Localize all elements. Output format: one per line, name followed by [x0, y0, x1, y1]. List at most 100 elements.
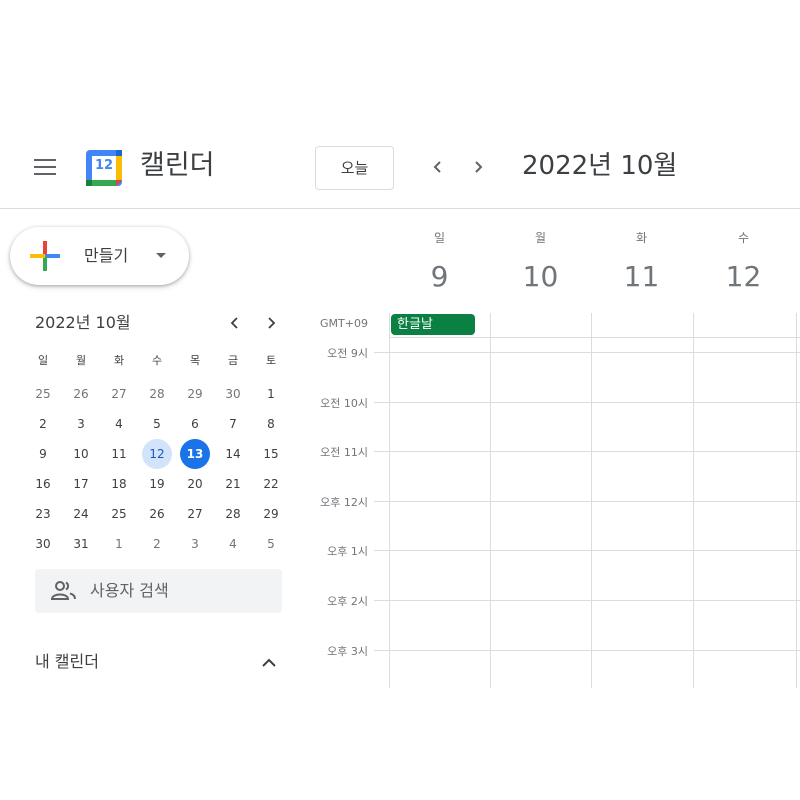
mini-calendar-day-label: 1: [267, 387, 275, 401]
mini-calendar-day[interactable]: 12: [138, 439, 176, 469]
mini-calendar-day[interactable]: 15: [252, 439, 290, 469]
mini-calendar-day[interactable]: 1: [252, 379, 290, 409]
mini-calendar-day-label: 5: [153, 417, 161, 431]
mini-calendar-next-button[interactable]: [258, 310, 284, 336]
hour-label: 오후 2시: [327, 595, 368, 608]
mini-calendar-day[interactable]: 27: [100, 379, 138, 409]
chevron-right-icon: [475, 161, 483, 173]
mini-calendar-weekday: 수: [151, 354, 163, 367]
people-search-input[interactable]: 사용자 검색: [35, 569, 282, 613]
mini-calendar-day-label: 27: [111, 387, 127, 401]
mini-calendar-day[interactable]: 22: [252, 469, 290, 499]
mini-calendar-day-label: 20: [187, 477, 203, 491]
chevron-left-icon: [230, 317, 238, 329]
mini-calendar-week: 30 31 1 2 3 4 5: [24, 529, 290, 559]
current-period-title: 2022년 10월: [522, 151, 678, 181]
people-search-placeholder: 사용자 검색: [90, 581, 169, 600]
mini-calendar-day[interactable]: 2: [138, 529, 176, 559]
mini-calendar-day[interactable]: 3: [176, 529, 214, 559]
today-button[interactable]: 오늘: [315, 146, 394, 190]
day-of-week: 수: [737, 231, 750, 245]
mini-calendar-day[interactable]: 4: [214, 529, 252, 559]
mini-calendar-day[interactable]: 18: [100, 469, 138, 499]
mini-calendar-week: 23 24 25 26 27 28 29: [24, 499, 290, 529]
mini-calendar-day[interactable]: 20: [176, 469, 214, 499]
mini-calendar-prev-button[interactable]: [222, 310, 248, 336]
day-number[interactable]: 10: [490, 253, 591, 301]
hour-label: 오전 10시: [320, 397, 368, 410]
mini-calendar-day-label: 21: [225, 477, 241, 491]
mini-calendar-day[interactable]: 25: [24, 379, 62, 409]
mini-calendar-day-label: 26: [73, 387, 89, 401]
mini-calendar-day-label: 29: [187, 387, 203, 401]
mini-calendar-day[interactable]: 26: [138, 499, 176, 529]
all-day-event[interactable]: 한글날: [391, 314, 475, 335]
mini-calendar-day-label: 4: [115, 417, 123, 431]
mini-calendar-day[interactable]: 8: [252, 409, 290, 439]
hour-gridline: [374, 402, 800, 403]
mini-calendar-weekdays: 일월화수목금토: [24, 349, 290, 371]
timezone-label: GMT+09: [320, 317, 368, 330]
mini-calendar-day-label: 17: [73, 477, 89, 491]
my-calendars-heading[interactable]: 내 캘린더: [35, 650, 99, 674]
day-column-header[interactable]: 일9: [389, 209, 490, 313]
mini-calendar-week: 16 17 18 19 20 21 22: [24, 469, 290, 499]
hour-gridline: [374, 550, 800, 551]
mini-calendar-day-label: 26: [149, 507, 165, 521]
mini-calendar-day-label: 15: [263, 447, 279, 461]
day-column-header[interactable]: 화 11: [591, 209, 692, 313]
mini-calendar-day[interactable]: 7: [214, 409, 252, 439]
caret-down-icon: [156, 253, 166, 258]
mini-calendar-day[interactable]: 28: [138, 379, 176, 409]
day-number[interactable]: 9: [389, 253, 490, 301]
day-column-header[interactable]: 월 10: [490, 209, 591, 313]
mini-calendar-day[interactable]: 31: [62, 529, 100, 559]
hour-gridline: [374, 600, 800, 601]
mini-calendar-day[interactable]: 21: [214, 469, 252, 499]
next-week-button[interactable]: [458, 146, 498, 188]
mini-calendar-weekday: 화: [113, 354, 125, 367]
mini-calendar-day[interactable]: 25: [100, 499, 138, 529]
mini-calendar-day[interactable]: 10: [62, 439, 100, 469]
day-number[interactable]: 11: [591, 253, 692, 301]
mini-calendar-day-label: 25: [111, 507, 127, 521]
hour-label: 오전 11시: [320, 446, 368, 459]
mini-calendar-day[interactable]: 14: [214, 439, 252, 469]
mini-calendar-day[interactable]: 5: [138, 409, 176, 439]
mini-calendar-day[interactable]: 11: [100, 439, 138, 469]
mini-calendar-day[interactable]: 2: [24, 409, 62, 439]
people-icon: [51, 581, 76, 600]
mini-calendar-day[interactable]: 6: [176, 409, 214, 439]
mini-calendar-day[interactable]: 3: [62, 409, 100, 439]
day-number[interactable]: 12: [693, 253, 794, 301]
my-calendars-collapse-button[interactable]: [256, 650, 282, 674]
mini-calendar-day[interactable]: 1: [100, 529, 138, 559]
hour-label: 오후 12시: [320, 496, 368, 509]
calendar-app: 12 캘린더 오늘 2022년 10월 만들기 2022년 10월 일 월 화 …: [0, 128, 800, 688]
mini-calendar-day[interactable]: 13: [176, 439, 214, 469]
mini-calendar-day[interactable]: 24: [62, 499, 100, 529]
mini-calendar-day[interactable]: 17: [62, 469, 100, 499]
previous-week-button[interactable]: [418, 146, 458, 188]
mini-calendar-day[interactable]: 27: [176, 499, 214, 529]
mini-calendar-day[interactable]: 9: [24, 439, 62, 469]
mini-calendar-day[interactable]: 4: [100, 409, 138, 439]
mini-calendar-day[interactable]: 30: [214, 379, 252, 409]
day-of-week: 일: [433, 231, 446, 245]
mini-calendar-day[interactable]: 29: [252, 499, 290, 529]
mini-calendar-day[interactable]: 23: [24, 499, 62, 529]
mini-calendar-day-label: 29: [263, 507, 279, 521]
mini-calendar-day[interactable]: 19: [138, 469, 176, 499]
mini-calendar-day[interactable]: 29: [176, 379, 214, 409]
mini-calendar-day[interactable]: 30: [24, 529, 62, 559]
create-button[interactable]: 만들기: [10, 227, 189, 285]
mini-calendar-day[interactable]: 5: [252, 529, 290, 559]
mini-calendar-day[interactable]: 16: [24, 469, 62, 499]
mini-calendar-day[interactable]: 28: [214, 499, 252, 529]
mini-calendar-day[interactable]: 26: [62, 379, 100, 409]
chevron-up-icon: [262, 658, 276, 667]
main-menu-button[interactable]: [24, 146, 66, 188]
app-title: 캘린더: [140, 150, 215, 181]
mini-calendar-weekday: 토: [265, 354, 277, 367]
day-column-header[interactable]: 수 12: [693, 209, 794, 313]
